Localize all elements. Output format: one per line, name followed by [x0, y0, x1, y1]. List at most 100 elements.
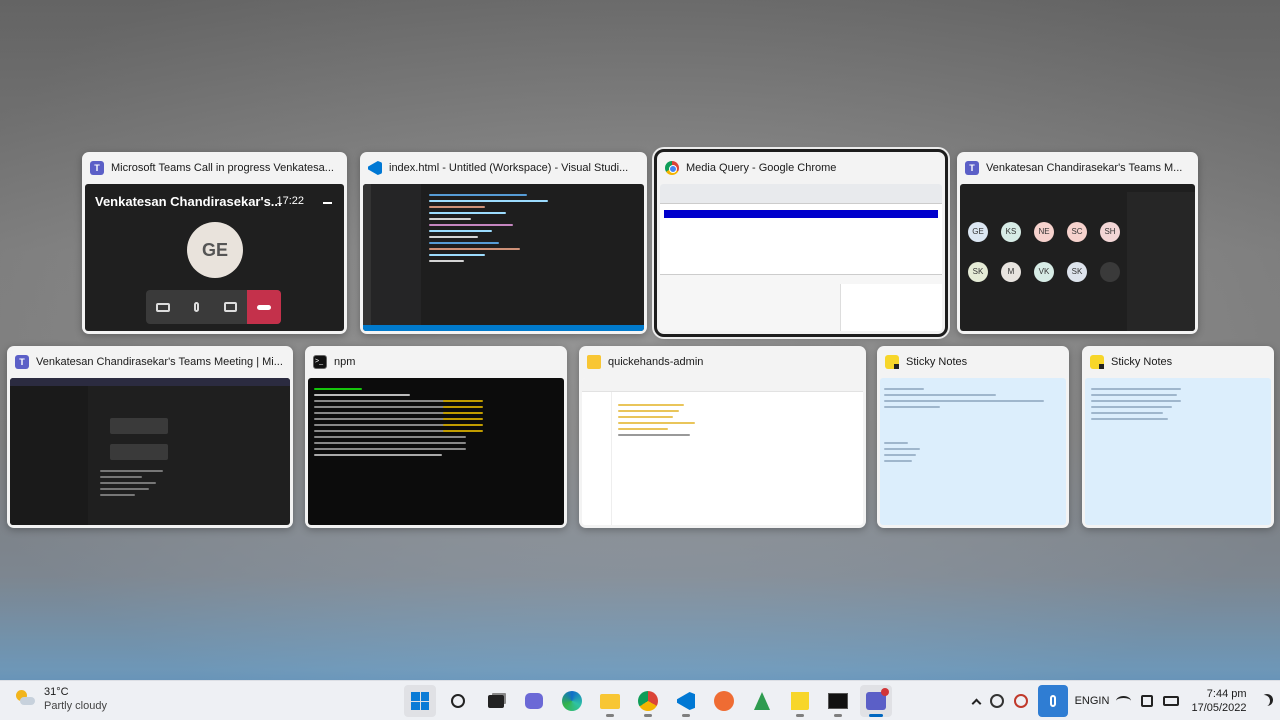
show-hidden-icons-button[interactable]	[971, 696, 982, 708]
terminal-warning-column	[443, 396, 483, 436]
window-thumbnail-teams-call[interactable]: Microsoft Teams Call in progress Venkate…	[82, 152, 347, 334]
window-thumbnail-sticky-notes-2[interactable]: Sticky Notes	[1082, 346, 1274, 528]
weather-widget[interactable]: 31°C Partly cloudy	[14, 685, 107, 713]
teams-button[interactable]	[860, 685, 892, 717]
task-view-icon	[488, 694, 504, 708]
explorer-ribbon	[582, 378, 863, 392]
participant-avatar: SH	[1100, 222, 1120, 242]
terminal-icon	[828, 693, 848, 709]
sticky-note-preview	[1085, 378, 1271, 525]
teams-icon	[15, 355, 29, 369]
window-title: index.html - Untitled (Workspace) - Visu…	[389, 162, 629, 174]
sourcetree-button[interactable]	[746, 685, 778, 717]
postman-button[interactable]	[708, 685, 740, 717]
taskbar-apps	[404, 685, 892, 717]
participant-avatar: NE	[1034, 222, 1054, 242]
region-label: IN	[1098, 695, 1110, 707]
chat-icon	[525, 693, 543, 709]
participants-panel	[1127, 192, 1195, 331]
start-icon	[411, 692, 429, 710]
clock[interactable]: 7:44 pm 17/05/2022	[1189, 687, 1249, 715]
note-lines	[884, 438, 924, 466]
volume-button[interactable]	[1141, 695, 1153, 707]
chat-button[interactable]	[518, 685, 550, 717]
chrome-button[interactable]	[632, 685, 664, 717]
participant-avatar: SC	[1067, 222, 1087, 242]
window-title-bar: Microsoft Teams Call in progress Venkate…	[82, 152, 347, 184]
chat-list	[10, 386, 88, 525]
input-language-button[interactable]: ENG IN	[1075, 694, 1110, 708]
search-icon	[451, 694, 465, 708]
moon-icon	[1258, 695, 1270, 707]
window-title-bar: quickehands-admin	[579, 346, 866, 378]
start-button[interactable]	[404, 685, 436, 717]
minimize-icon[interactable]	[323, 202, 332, 204]
navigation-pane	[582, 392, 612, 525]
teams-call-preview: Venkatesan Chandirasekar's... 17:22 GE	[85, 184, 344, 331]
sticky-notes-icon	[885, 355, 899, 369]
window-thumbnail-teams-meeting[interactable]: Venkatesan Chandirasekar's Teams M... GE…	[957, 152, 1198, 334]
mute-button[interactable]	[180, 290, 214, 324]
teams-chat-preview	[10, 378, 290, 525]
participant-avatar: GE	[968, 222, 988, 242]
terminal-preview	[308, 378, 564, 525]
window-thumbnail-vscode[interactable]: index.html - Untitled (Workspace) - Visu…	[360, 152, 647, 334]
postman-icon	[714, 691, 734, 711]
window-title-bar: Media Query - Google Chrome	[657, 152, 945, 184]
focus-assist-button[interactable]	[1258, 695, 1270, 707]
terminal-button[interactable]	[822, 685, 854, 717]
highlighted-element	[664, 210, 938, 218]
window-title: quickehands-admin	[608, 356, 704, 368]
code-lines	[429, 190, 569, 266]
weather-description: Partly cloudy	[44, 700, 107, 712]
terminal-icon	[313, 355, 327, 369]
sourcetree-icon	[754, 692, 770, 710]
battery-button[interactable]	[1163, 696, 1179, 706]
window-title-bar: Sticky Notes	[1082, 346, 1274, 378]
tray-app-icon[interactable]	[1014, 694, 1028, 708]
call-controls	[146, 290, 281, 324]
teams-header	[10, 378, 290, 386]
system-tray: ENG IN 7:44 pm 17/05/2022	[968, 681, 1280, 720]
vscode-button[interactable]	[670, 685, 702, 717]
window-title: npm	[334, 356, 356, 368]
sticky-notes-icon	[791, 692, 809, 710]
taskbar: 31°C Partly cloudy ENG IN 7:44 pm 17/05/…	[0, 680, 1280, 720]
partly-cloudy-icon	[14, 688, 36, 710]
tray-app-icon[interactable]	[990, 694, 1004, 708]
sync-icon	[1014, 694, 1028, 708]
chrome-icon	[665, 161, 679, 175]
window-thumbnail-npm[interactable]: npm	[305, 346, 567, 528]
participant-avatar: SK	[968, 262, 988, 282]
edge-button[interactable]	[556, 685, 588, 717]
microphone-icon	[194, 302, 200, 312]
share-button[interactable]	[214, 290, 248, 324]
browser-toolbar	[660, 184, 942, 204]
participant-avatar: M	[1001, 262, 1021, 282]
note-lines	[884, 384, 1044, 412]
microphone-in-use-button[interactable]	[1038, 685, 1068, 717]
window-thumbnail-file-explorer[interactable]: quickehands-admin	[579, 346, 866, 528]
sticky-note-preview	[880, 378, 1066, 525]
window-thumbnail-teams-meeting-2[interactable]: Venkatesan Chandirasekar's Teams Meeting…	[7, 346, 293, 528]
vscode-icon	[677, 692, 695, 710]
activity-bar	[363, 184, 371, 325]
call-duration: 17:22	[276, 195, 304, 207]
sticky-notes-button[interactable]	[784, 685, 816, 717]
wifi-icon	[1116, 696, 1131, 706]
window-title-bar: index.html - Untitled (Workspace) - Visu…	[360, 152, 647, 184]
onedrive-icon	[990, 694, 1004, 708]
more-participants-icon	[1100, 262, 1120, 282]
window-title: Sticky Notes	[1111, 356, 1173, 368]
window-thumbnail-chrome[interactable]: Media Query - Google Chrome	[654, 149, 948, 337]
window-title-bar: Sticky Notes	[877, 346, 1069, 378]
task-view-button[interactable]	[480, 685, 512, 717]
camera-off-button[interactable]	[146, 290, 180, 324]
search-button[interactable]	[442, 685, 474, 717]
window-title-bar: npm	[305, 346, 567, 378]
window-thumbnail-sticky-notes[interactable]: Sticky Notes	[877, 346, 1069, 528]
network-button[interactable]	[1116, 696, 1131, 706]
window-title-bar: Venkatesan Chandirasekar's Teams Meeting…	[7, 346, 293, 378]
end-call-button[interactable]	[247, 290, 281, 324]
file-explorer-button[interactable]	[594, 685, 626, 717]
